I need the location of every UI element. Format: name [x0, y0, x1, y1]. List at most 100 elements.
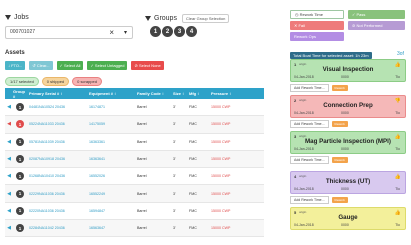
selected-count-badge: 1/17 selected — [5, 77, 39, 86]
operation-card[interactable]: 5 origin 👍 Gauge 04-Jan-2018 0000 Tio — [290, 207, 406, 230]
equipment-cell[interactable]: 16552026 — [87, 174, 135, 178]
serial-cell[interactable]: 02284NA11042 20436 — [27, 226, 87, 230]
table-header: Group # Primary Serial # ↕ Equipment # ↕… — [5, 88, 264, 99]
column-header-size[interactable]: Size ↕ — [171, 91, 187, 96]
family-cell: Barrel — [137, 191, 147, 196]
family-cell: Barrel — [137, 105, 147, 110]
add-rework-time-input[interactable]: Add Rework Time... — [290, 120, 329, 128]
table-row[interactable]: ◀ 1 02220NA11036 20436 16594847 Barrel 3… — [5, 203, 264, 221]
card-title: Connection Prep — [323, 102, 373, 109]
equipment-cell[interactable]: 14175059 — [87, 122, 135, 126]
operation-card[interactable]: 2 origin 👎 Connection Prep 04-Jan-2018 0… — [290, 95, 406, 118]
select-none-button[interactable]: ⊘ Select None — [131, 61, 164, 70]
group-bubbles: 1 2 3 4 — [150, 26, 197, 37]
serial-cell[interactable]: 01268NA10410 20436 — [27, 174, 87, 178]
rework-button[interactable]: Rework — [331, 85, 348, 91]
jobs-select[interactable]: 000701027 × ▾ — [5, 26, 133, 39]
fail-button[interactable]: ✕ Fail — [290, 21, 344, 30]
row-expand-icon[interactable]: ◀ — [5, 191, 13, 197]
card-title: Gauge — [338, 214, 358, 221]
operation-card[interactable]: 4 origin 👍 Thickness (UT) 04-Jan-2018 00… — [290, 171, 406, 194]
group-cell: 1 — [13, 224, 27, 233]
table-row[interactable]: ◀ 1 02087NA10918 20436 16363641 Barrel 3… — [5, 150, 264, 169]
pressure-cell: 15000 CWP — [211, 208, 231, 213]
add-rework-time-input[interactable]: Add Rework Time... — [290, 196, 329, 204]
chevron-down-icon[interactable]: ▾ — [124, 29, 127, 36]
clear-group-selection-button[interactable]: Clear Group Selection — [181, 14, 230, 23]
column-header-equipment[interactable]: Equipment # ↕ — [87, 91, 135, 96]
clear-icon[interactable]: × — [109, 28, 114, 37]
card-date: 04-Jan-2018 — [294, 147, 314, 151]
not-performed-button[interactable]: ⊘ Not Performed — [348, 21, 405, 30]
card-title: Thickness (UT) — [325, 178, 371, 185]
row-expand-icon[interactable]: ◀ — [5, 225, 13, 231]
rework-ops-button[interactable]: Rework Ops — [290, 32, 344, 41]
rework-time-button[interactable]: ◷ Rework Time — [290, 10, 344, 19]
equipment-cell[interactable]: 16563647 — [87, 226, 135, 230]
size-cell: 3' — [173, 226, 176, 231]
serial-cell[interactable]: 05781NA11039 20436 — [27, 140, 87, 144]
serial-cell[interactable]: 02229NA11036 20436 — [27, 192, 87, 196]
group-bubble[interactable]: 2 — [162, 26, 173, 37]
group-badge: 1 — [16, 137, 24, 146]
card-time: 0000 — [341, 223, 349, 227]
pressure-cell: 15000 CWP — [211, 226, 231, 231]
clear-button[interactable]: ↺ Clear... — [29, 61, 53, 70]
column-header-pressure[interactable]: Pressure ↕ — [209, 91, 264, 96]
equipment-cell[interactable]: 16174871 — [87, 105, 135, 109]
jobs-select-value: 000701027 — [10, 29, 36, 35]
add-rework-time-input[interactable]: Add Rework Time... — [290, 84, 329, 92]
serial-cell[interactable]: 05224NA11033 20436 — [27, 122, 87, 126]
column-header-serial[interactable]: Primary Serial # ↕ — [27, 91, 87, 96]
row-expand-icon[interactable]: ◀ — [5, 104, 13, 110]
row-expand-icon[interactable]: ◀ — [5, 173, 13, 179]
card-tech: Tio — [395, 147, 400, 151]
rework-row: Add Rework Time... Rework — [290, 156, 406, 164]
table-row[interactable]: ◀ 1 05224NA11033 20436 14175059 Barrel 3… — [5, 116, 264, 134]
equipment-cell[interactable]: 16594847 — [87, 209, 135, 213]
column-header-family[interactable]: Family Code ↕ — [135, 91, 171, 96]
equipment-cell[interactable]: 16552249 — [87, 192, 135, 196]
rework-row: Add Rework Time... Rework — [290, 196, 406, 204]
operation-card[interactable]: 1 origin 👍 Visual Inspection 04-Jan-2018… — [290, 59, 406, 82]
group-badge: 1 — [16, 224, 24, 233]
mfg-cell: FMC — [189, 122, 197, 127]
rework-button[interactable]: Rework — [331, 157, 348, 163]
row-expand-icon[interactable]: ◀ — [5, 139, 13, 145]
group-bubble[interactable]: 1 — [150, 26, 161, 37]
group-badge: 1 — [16, 189, 24, 198]
pressure-cell: 15000 CWP — [211, 191, 231, 196]
select-all-button[interactable]: ✓ Select All — [56, 61, 84, 70]
table-row[interactable]: ◀ 1 02229NA11036 20436 16552249 Barrel 3… — [5, 185, 264, 203]
serial-cell[interactable]: 02087NA10918 20436 — [27, 157, 87, 161]
select-untagged-button[interactable]: ✓ Select Untagged — [87, 61, 128, 70]
add-rework-time-input[interactable]: Add Rework Time... — [290, 156, 329, 164]
operation-card[interactable]: 3 origin 👍 Mag Particle Inspection (MPI)… — [290, 131, 406, 154]
export-button[interactable]: ↓ FTO... — [5, 61, 26, 70]
total-time-label: Total Boat Time for selected asset: 1h 2… — [290, 52, 372, 59]
group-badge: 1 — [16, 103, 24, 112]
table-row[interactable]: ◀ 1 04481NA10524 20436 16174871 Barrel 3… — [5, 99, 264, 117]
column-header-group[interactable]: Group # — [13, 89, 27, 99]
count-link[interactable]: 3of — [397, 51, 404, 57]
groups-header: Groups Clear Group Selection — [145, 14, 230, 23]
row-expand-icon[interactable]: ◀ — [5, 208, 13, 214]
serial-cell[interactable]: 02220NA11036 20436 — [27, 209, 87, 213]
serial-cell[interactable]: 04481NA10524 20436 — [27, 105, 87, 109]
equipment-cell[interactable]: 16363641 — [87, 157, 135, 161]
card-date: 04-Jan-2018 — [294, 223, 314, 227]
pass-button[interactable]: ✓ Pass — [348, 10, 405, 19]
card-tech: Tio — [395, 111, 400, 115]
rework-button[interactable]: Rework — [331, 121, 348, 127]
row-expand-icon[interactable]: ◀ — [5, 156, 13, 162]
table-row[interactable]: ◀ 1 05781NA11039 20436 16363361 Barrel 3… — [5, 134, 264, 151]
table-row[interactable]: ◀ 1 01268NA10410 20436 16552026 Barrel 3… — [5, 168, 264, 186]
rework-button[interactable]: Rework — [331, 197, 348, 203]
group-bubble[interactable]: 4 — [186, 26, 197, 37]
table-row[interactable]: ◀ 1 02284NA11042 20436 16563647 Barrel 3… — [5, 220, 264, 238]
row-expand-icon[interactable]: ◀ — [5, 121, 13, 127]
equipment-cell[interactable]: 16363361 — [87, 140, 135, 144]
column-header-mfg[interactable]: Mfg ↕ — [187, 91, 209, 96]
jobs-title: Jobs — [14, 14, 29, 21]
group-bubble[interactable]: 3 — [174, 26, 185, 37]
